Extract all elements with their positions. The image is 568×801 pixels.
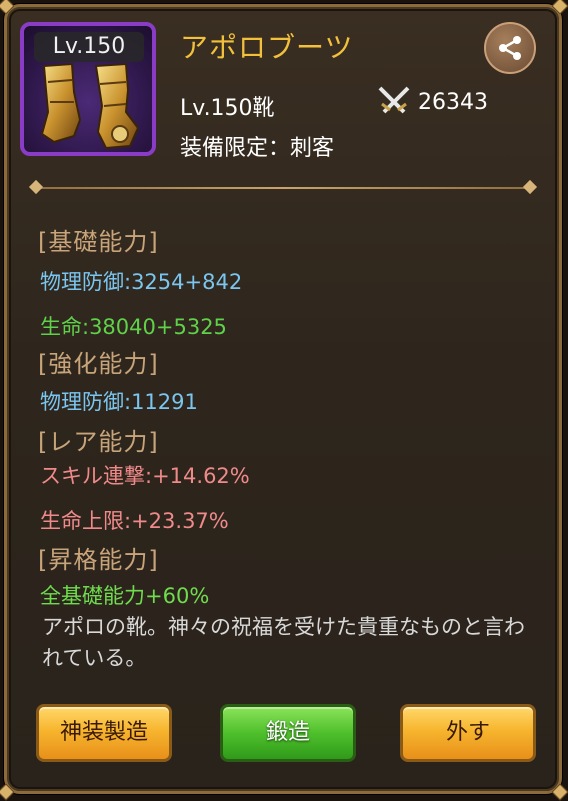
divider [28,179,538,195]
item-subtype: Lv.150靴 [180,96,275,121]
rare-stat-hp-limit: 生命上限:+23.37% [40,509,229,533]
corner-ornament [0,783,15,801]
section-title-ascend: [昇格能力] [38,546,159,574]
item-portrait: Lv.150 [20,22,156,156]
share-button[interactable] [484,22,536,74]
divine-craft-button[interactable]: 神装製造 [36,704,172,762]
enhance-stat-physical-defense: 物理防御:11291 [40,390,198,414]
section-title-enhance: [強化能力] [38,350,159,378]
corner-ornament [551,783,568,801]
boots-icon [40,62,140,150]
unequip-button[interactable]: 外す [400,704,536,762]
rare-stat-skill-combo: スキル連撃:+14.62% [40,464,250,488]
section-title-rare: [レア能力] [38,428,159,456]
section-title-base: [基礎能力] [38,228,159,256]
crossed-swords-icon [378,86,410,114]
base-stat-physical-defense: 物理防御:3254+842 [40,270,243,294]
item-name: アポロブーツ [180,31,354,64]
corner-ornament [551,0,568,15]
forge-button[interactable]: 鍛造 [220,704,356,762]
level-tag: Lv.150 [34,32,144,62]
item-description: アポロの靴。神々の祝福を受けた貴重なものと言われている。 [42,615,525,670]
corner-ornament [0,0,15,15]
equip-restriction: 装備限定：刺客 [180,136,335,161]
ascend-stat-all-base: 全基礎能力+60% [40,584,210,608]
combat-power: 26343 [418,90,488,115]
share-icon [499,36,521,60]
base-stat-hp: 生命:38040+5325 [40,315,227,339]
